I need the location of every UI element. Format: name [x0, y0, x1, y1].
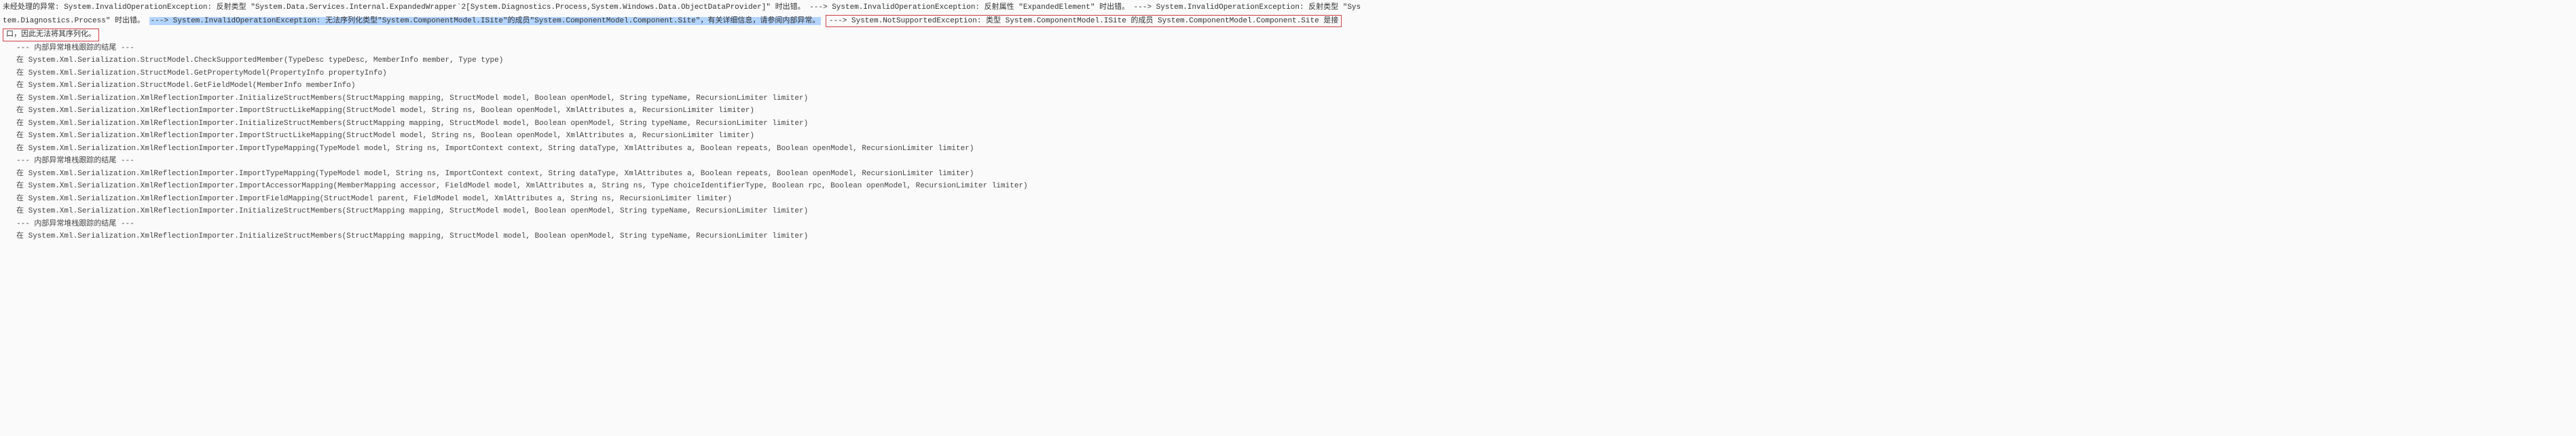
stack-trace-line: 在 System.Xml.Serialization.XmlReflection…: [3, 193, 2573, 206]
exception-header-line-3: 口，因此无法将其序列化。: [3, 28, 2573, 42]
exception-type-2-cont: tem.Diagnostics.Process": [3, 17, 110, 25]
stack-trace-line: 在 System.Xml.Serialization.XmlReflection…: [3, 230, 2573, 243]
stack-trace-line: 在 System.Xml.Serialization.XmlReflection…: [3, 168, 2573, 181]
exception-error-2: 时出错。 ---> System.InvalidOperationExcepti…: [1099, 3, 1338, 12]
exception-header-line-1: 未经处理的异常: System.InvalidOperationExceptio…: [3, 1, 2573, 14]
exception-prefix: 未经处理的异常: System.InvalidOperationExceptio…: [3, 3, 246, 12]
stack-trace-line: 在 System.Xml.Serialization.XmlReflection…: [3, 130, 2573, 143]
stack-trace-line: 在 System.Xml.Serialization.StructModel.G…: [3, 67, 2573, 80]
stack-trace-line: 在 System.Xml.Serialization.XmlReflection…: [3, 105, 2573, 117]
stack-trace-line: 在 System.Xml.Serialization.XmlReflection…: [3, 92, 2573, 105]
stack-trace-line: 在 System.Xml.Serialization.StructModel.G…: [3, 79, 2573, 92]
stack-trace-line: 在 System.Xml.Serialization.StructModel.C…: [3, 54, 2573, 67]
exception-property: "ExpandedElement": [1018, 3, 1094, 12]
exception-type-1: "System.Data.Services.Internal.ExpandedW…: [251, 3, 771, 12]
stack-trace-line: --- 内部异常堆栈跟踪的结尾 ---: [3, 218, 2573, 231]
stack-trace-line: --- 内部异常堆栈跟踪的结尾 ---: [3, 42, 2573, 55]
exception-header-line-2: tem.Diagnostics.Process" 时出错。 ---> Syste…: [3, 14, 2573, 29]
exception-log-container: 未经处理的异常: System.InvalidOperationExceptio…: [0, 0, 2576, 244]
stack-trace-line: 在 System.Xml.Serialization.XmlReflection…: [3, 205, 2573, 218]
exception-type-2-partial: "Sys: [1343, 3, 1361, 12]
exception-error-3: 时出错。: [115, 17, 145, 25]
boxed-exception-2: 口，因此无法将其序列化。: [3, 29, 99, 41]
exception-error-1: 时出错。 ---> System.InvalidOperationExcepti…: [775, 3, 1014, 12]
stack-trace-line: 在 System.Xml.Serialization.XmlReflection…: [3, 117, 2573, 130]
stack-trace-line: 在 System.Xml.Serialization.XmlReflection…: [3, 143, 2573, 156]
highlighted-exception[interactable]: ---> System.InvalidOperationException: 无…: [149, 17, 822, 25]
stack-trace-line: --- 内部异常堆栈跟踪的结尾 ---: [3, 155, 2573, 168]
stack-trace-line: 在 System.Xml.Serialization.XmlReflection…: [3, 180, 2573, 193]
boxed-exception-1: ---> System.NotSupportedException: 类型 Sy…: [826, 15, 1342, 28]
